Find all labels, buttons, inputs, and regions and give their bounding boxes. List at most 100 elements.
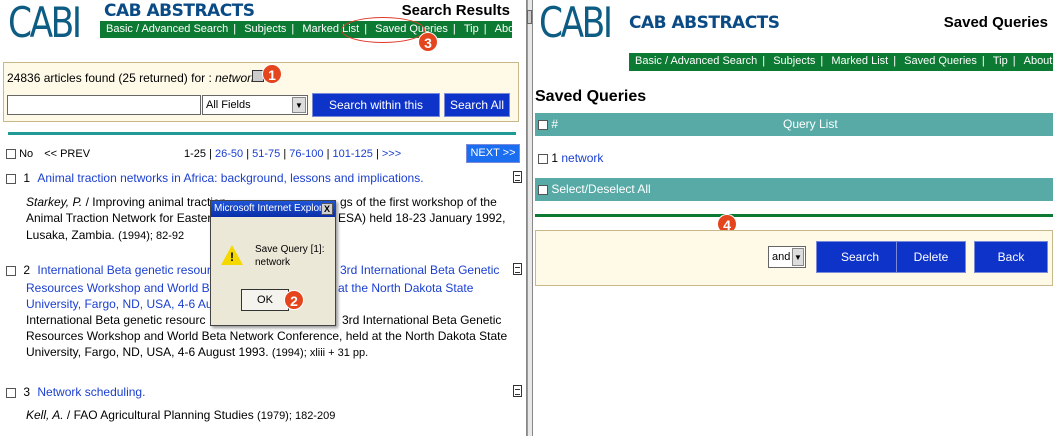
nav-about[interactable]: About bbox=[1024, 53, 1053, 70]
result-source-cont: gs of the first workshop of the bbox=[340, 195, 497, 209]
result-source: Improving animal traction bbox=[92, 195, 227, 209]
nav-subjects[interactable]: Subjects bbox=[244, 21, 286, 38]
callout-badge-2: 2 bbox=[284, 290, 304, 310]
search-within-input[interactable] bbox=[7, 95, 201, 115]
result-author: Kell, A. bbox=[26, 408, 64, 422]
query-term: network bbox=[215, 71, 258, 85]
divider bbox=[8, 132, 516, 135]
result-source-cont: 3rd International Beta Genetic bbox=[342, 313, 502, 327]
results-count-text: 24836 articles found (25 returned) for : bbox=[7, 71, 216, 85]
callout-badge-1: 1 bbox=[262, 64, 282, 84]
col-number-header: # bbox=[551, 117, 559, 131]
search-within-button[interactable]: Search within this Result bbox=[312, 93, 440, 134]
operator-select[interactable]: and ▼ bbox=[768, 246, 806, 268]
select-all-checkbox[interactable] bbox=[538, 184, 548, 195]
delete-button[interactable]: Delete bbox=[896, 241, 966, 273]
result-source-line: Animal Traction Network for Easter bbox=[26, 211, 212, 225]
query-checkbox[interactable] bbox=[538, 153, 548, 164]
back-button[interactable]: Back bbox=[974, 241, 1048, 273]
select-all-bar: Select/Deselect All bbox=[535, 178, 1053, 201]
close-icon[interactable]: X bbox=[321, 203, 333, 215]
result-title-link[interactable]: International Beta genetic resourc bbox=[37, 263, 216, 277]
search-button[interactable]: Search bbox=[816, 241, 904, 273]
divider bbox=[535, 214, 1053, 217]
warning-mark: ! bbox=[230, 250, 234, 264]
result-item: 1 Animal traction networks in Africa: ba… bbox=[6, 170, 520, 186]
result-source: International Beta genetic resourc bbox=[26, 313, 206, 327]
result-source-location: University, Fargo, ND, USA, 4-6 August 1… bbox=[26, 345, 269, 359]
dialog-message-value: network bbox=[255, 257, 291, 268]
result-title-link[interactable]: Animal traction networks in Africa: back… bbox=[37, 171, 423, 185]
dialog-title: Microsoft Internet Explorer bbox=[214, 203, 332, 214]
result-citation-line2: Resources Workshop and World Beta Networ… bbox=[26, 328, 520, 344]
result-item: 3 Network scheduling. bbox=[6, 384, 520, 400]
search-all-button[interactable]: Search All bbox=[444, 93, 510, 117]
dialog-titlebar: Microsoft Internet Explorer X bbox=[211, 201, 335, 217]
result-title-text: University, Fargo, ND, USA, 4-6 Au bbox=[26, 297, 213, 311]
nav-basic-advanced-search[interactable]: Basic / Advanced Search bbox=[635, 53, 757, 70]
result-meta: (1994); 82-92 bbox=[118, 230, 185, 242]
search-results-window: CABI CAB ABSTRACTS Search Results Basic … bbox=[0, 0, 527, 436]
result-checkbox[interactable] bbox=[6, 173, 16, 184]
page-76-100[interactable]: 76-100 bbox=[289, 148, 323, 160]
page-next-group[interactable]: >>> bbox=[382, 148, 401, 160]
result-title-link-cont[interactable]: 3rd International Beta Genetic bbox=[340, 262, 499, 278]
result-source-line-cont: ESA) held 18-23 January 1992, bbox=[338, 211, 506, 225]
document-icon[interactable] bbox=[513, 385, 522, 397]
page-title: Saved Queries bbox=[943, 14, 1048, 31]
nav-saved-queries[interactable]: Saved Queries bbox=[904, 53, 977, 70]
result-meta: (1979); 182-209 bbox=[257, 410, 336, 422]
page-26-50[interactable]: 26-50 bbox=[215, 148, 243, 160]
dialog-message-line: Save Query [1]: bbox=[255, 244, 325, 255]
ok-button[interactable]: OK bbox=[241, 289, 289, 311]
query-actions-panel: and ▼ Search Delete Back bbox=[535, 230, 1053, 286]
result-source-location: Lusaka, Zambia. bbox=[26, 228, 115, 242]
nav-tip[interactable]: Tip bbox=[993, 53, 1008, 70]
chevron-down-icon[interactable]: ▼ bbox=[292, 97, 306, 113]
callout-badge-3: 3 bbox=[418, 32, 438, 52]
document-icon[interactable] bbox=[513, 263, 522, 275]
section-heading: Saved Queries bbox=[535, 88, 647, 105]
nav-bar: Basic / Advanced Search | Subjects | Marke… bbox=[629, 53, 1053, 71]
cabi-logo: CABI bbox=[8, 0, 82, 47]
nav-marked-list[interactable]: Marked List bbox=[831, 53, 888, 70]
page-101-125[interactable]: 101-125 bbox=[333, 148, 373, 160]
document-icon[interactable] bbox=[513, 171, 522, 183]
select-all-checkbox[interactable] bbox=[6, 149, 16, 160]
query-list-header: # Query List bbox=[535, 113, 1053, 136]
nav-about[interactable]: About bbox=[495, 21, 524, 38]
dialog-message: Save Query [1]: network bbox=[255, 243, 324, 269]
query-number: 1 bbox=[551, 151, 559, 165]
header-checkbox[interactable] bbox=[538, 119, 548, 130]
no-column-label: No bbox=[19, 148, 34, 160]
result-citation-line3: University, Fargo, ND, USA, 4-6 August 1… bbox=[26, 344, 520, 361]
pagination-bar: No << PREV 1-25 | 26-50 | 51-75 | 76-100… bbox=[6, 146, 520, 162]
select-all-label[interactable]: Select/Deselect All bbox=[551, 182, 650, 196]
result-source: FAO Agricultural Planning Studies bbox=[73, 408, 254, 422]
brand-title: CAB ABSTRACTS bbox=[629, 13, 780, 33]
nav-basic-advanced-search[interactable]: Basic / Advanced Search bbox=[106, 21, 228, 38]
nav-tip[interactable]: Tip bbox=[464, 21, 479, 38]
result-checkbox[interactable] bbox=[6, 265, 16, 276]
brand-title: CAB ABSTRACTS bbox=[104, 1, 255, 21]
chevron-down-icon[interactable]: ▼ bbox=[792, 248, 804, 266]
result-checkbox[interactable] bbox=[6, 387, 16, 398]
nav-subjects[interactable]: Subjects bbox=[773, 53, 815, 70]
field-select-value: All Fields bbox=[206, 99, 251, 111]
query-link[interactable]: network bbox=[561, 151, 603, 165]
results-info-panel: 24836 articles found (25 returned) for :… bbox=[3, 62, 519, 134]
next-button[interactable]: NEXT >> bbox=[466, 144, 520, 163]
result-title-text-cont: d at the North Dakota State bbox=[328, 281, 474, 295]
prev-link[interactable]: << PREV bbox=[44, 148, 90, 160]
right-header: CABI CAB ABSTRACTS Saved Queries bbox=[533, 0, 1056, 44]
page-51-75[interactable]: 51-75 bbox=[252, 148, 280, 160]
result-number: 1 bbox=[23, 171, 31, 185]
result-meta: (1994); xliii + 31 pp. bbox=[271, 347, 369, 359]
result-title-link[interactable]: Network scheduling. bbox=[37, 385, 145, 399]
saved-queries-window: CABI CAB ABSTRACTS Saved Queries Basic /… bbox=[532, 0, 1056, 436]
save-query-dialog: Microsoft Internet Explorer X ! Save Que… bbox=[210, 200, 336, 326]
page-1-25: 1-25 bbox=[184, 148, 207, 160]
page-title: Search Results bbox=[401, 2, 510, 19]
field-select[interactable]: All Fields ▼ bbox=[202, 95, 308, 115]
result-number: 2 bbox=[23, 263, 31, 277]
